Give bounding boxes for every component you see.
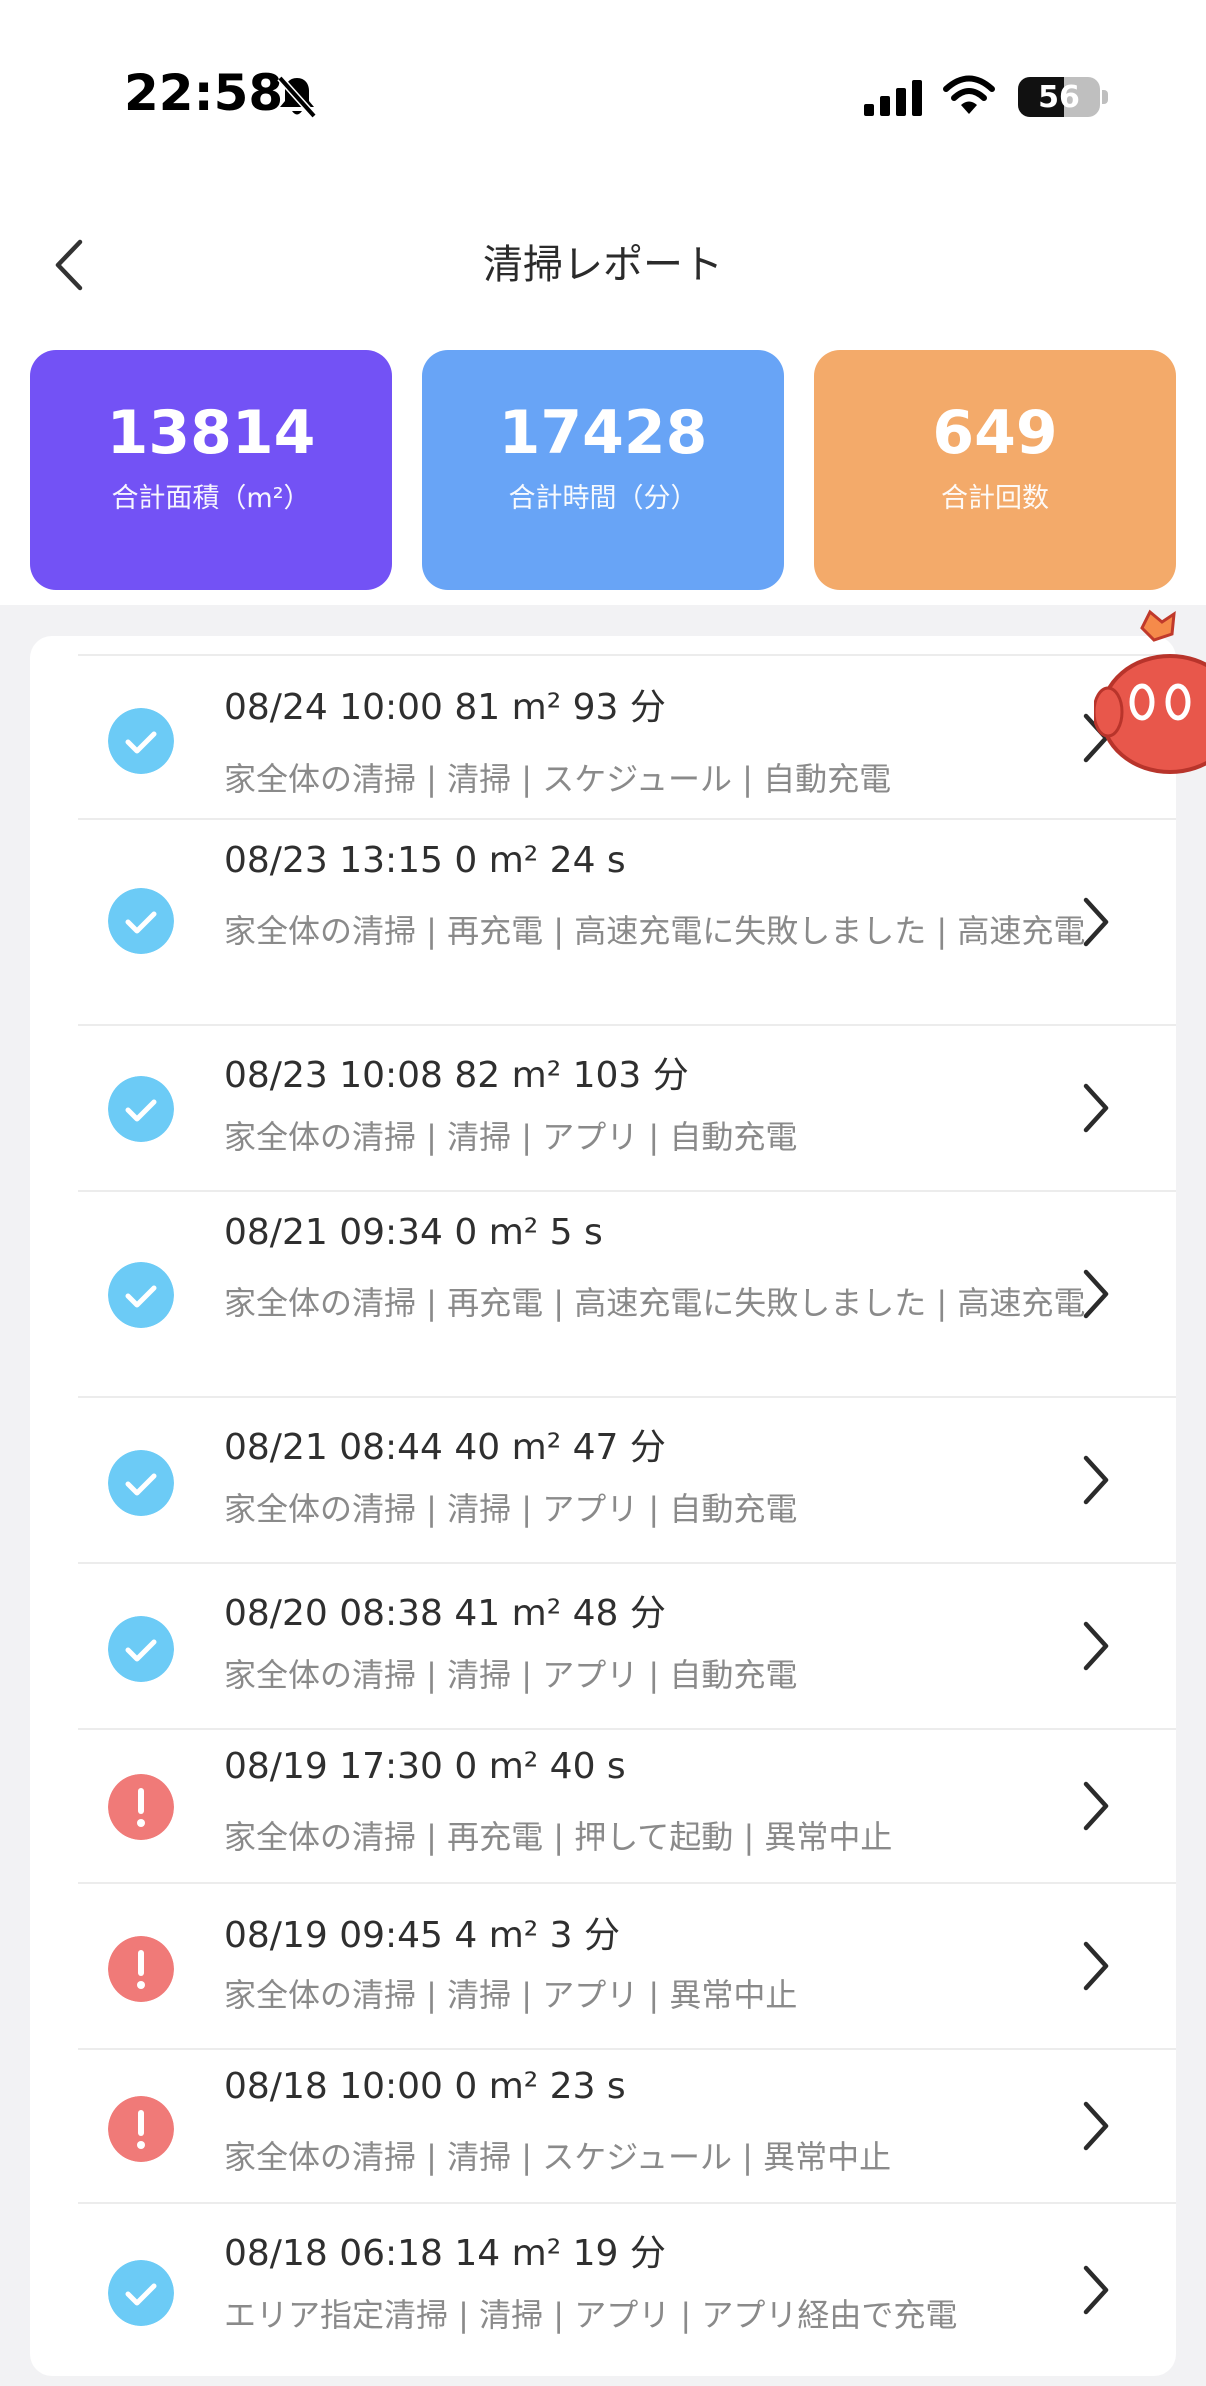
list-item[interactable]: 08/19 17:30 0 m² 40 s 家全体の清掃 | 再充電 | 押して…	[78, 1728, 1176, 1882]
list-item[interactable]: 08/18 06:18 14 m² 19 分 エリア指定清掃 | 清掃 | アプ…	[78, 2202, 1176, 2376]
list-item[interactable]: 08/19 09:45 4 m² 3 分 家全体の清掃 | 清掃 | アプリ |…	[78, 1882, 1176, 2048]
check-circle-icon	[108, 1076, 174, 1142]
stat-value: 13814	[106, 398, 316, 468]
record-title: 08/21 09:34 0 m² 5 s	[224, 1212, 603, 1253]
check-circle-icon	[108, 888, 174, 954]
list-item[interactable]: 08/24 10:00 81 m² 93 分 家全体の清掃 | 清掃 | スケジ…	[78, 654, 1176, 818]
chevron-right-icon[interactable]	[1078, 1078, 1114, 1138]
chevron-right-icon[interactable]	[1078, 2260, 1114, 2320]
battery-tip	[1102, 90, 1108, 104]
chevron-right-icon[interactable]	[1078, 2096, 1114, 2156]
record-title: 08/23 10:08 82 m² 103 分	[224, 1055, 689, 1096]
wifi-icon	[943, 75, 995, 114]
list-item[interactable]: 08/21 08:44 40 m² 47 分 家全体の清掃 | 清掃 | アプリ…	[78, 1396, 1176, 1562]
stat-value: 649	[932, 398, 1058, 468]
record-detail: 家全体の清掃 | 再充電 | 押して起動 | 異常中止	[224, 1818, 893, 1856]
stat-value: 17428	[498, 398, 708, 468]
stat-label: 合計時間（分）	[508, 483, 698, 514]
error-circle-icon	[108, 2096, 174, 2162]
list-item[interactable]: 08/23 13:15 0 m² 24 s 家全体の清掃 | 再充電 | 高速充…	[78, 818, 1176, 1024]
battery-indicator: 56	[1018, 77, 1100, 117]
stat-card-total-count: 649 合計回数	[814, 350, 1176, 590]
record-detail: 家全体の清掃 | 清掃 | アプリ | 異常中止	[224, 1976, 798, 2014]
status-time: 22:58	[124, 64, 284, 122]
record-title: 08/19 17:30 0 m² 40 s	[224, 1746, 626, 1787]
battery-percentage: 56	[1038, 79, 1080, 115]
chevron-right-icon[interactable]	[1078, 892, 1114, 952]
list-item[interactable]: 08/20 08:38 41 m² 48 分 家全体の清掃 | 清掃 | アプリ…	[78, 1562, 1176, 1728]
bell-muted-icon	[277, 75, 317, 119]
record-title: 08/18 06:18 14 m² 19 分	[224, 2233, 666, 2274]
record-detail: 家全体の清掃 | 清掃 | スケジュール | 異常中止	[224, 2138, 892, 2176]
stat-label: 合計回数	[941, 483, 1049, 514]
chevron-right-icon[interactable]	[1078, 1450, 1114, 1510]
record-title: 08/19 09:45 4 m² 3 分	[224, 1915, 621, 1956]
record-title: 08/18 10:00 0 m² 23 s	[224, 2066, 626, 2107]
list-item[interactable]: 08/18 10:00 0 m² 23 s 家全体の清掃 | 清掃 | スケジュ…	[78, 2048, 1176, 2202]
mascot-robot-icon[interactable]	[1094, 604, 1206, 784]
record-detail: 家全体の清掃 | 清掃 | アプリ | 自動充電	[224, 1118, 798, 1156]
record-detail: 家全体の清掃 | 再充電 | 高速充電に失敗しました | 高速充電	[224, 1284, 1086, 1322]
record-detail: 家全体の清掃 | 再充電 | 高速充電に失敗しました | 高速充電	[224, 912, 1086, 950]
cleaning-record-list: 08/24 10:00 81 m² 93 分 家全体の清掃 | 清掃 | スケジ…	[30, 636, 1176, 2376]
error-circle-icon	[108, 1936, 174, 2002]
record-detail: 家全体の清掃 | 清掃 | アプリ | 自動充電	[224, 1656, 798, 1694]
check-circle-icon	[108, 1616, 174, 1682]
list-item[interactable]: 08/21 09:34 0 m² 5 s 家全体の清掃 | 再充電 | 高速充電…	[78, 1190, 1176, 1396]
record-title: 08/23 13:15 0 m² 24 s	[224, 840, 626, 881]
chevron-right-icon[interactable]	[1078, 1264, 1114, 1324]
chevron-right-icon[interactable]	[1078, 1616, 1114, 1676]
check-circle-icon	[108, 2260, 174, 2326]
record-title: 08/20 08:38 41 m² 48 分	[224, 1593, 666, 1634]
stat-card-total-area: 13814 合計面積（m²）	[30, 350, 392, 590]
record-detail: 家全体の清掃 | 清掃 | スケジュール | 自動充電	[224, 760, 892, 798]
record-title: 08/21 08:44 40 m² 47 分	[224, 1427, 666, 1468]
list-item[interactable]: 08/23 10:08 82 m² 103 分 家全体の清掃 | 清掃 | アプ…	[78, 1024, 1176, 1190]
page-title: 清掃レポート	[483, 242, 723, 288]
chevron-right-icon[interactable]	[1078, 1936, 1114, 1996]
record-detail: 家全体の清掃 | 清掃 | アプリ | 自動充電	[224, 1490, 798, 1528]
check-circle-icon	[108, 1450, 174, 1516]
record-title: 08/24 10:00 81 m² 93 分	[224, 687, 666, 728]
stat-label: 合計面積（m²）	[111, 483, 311, 514]
cellular-signal-icon	[864, 80, 922, 116]
record-detail: エリア指定清掃 | 清掃 | アプリ | アプリ経由で充電	[224, 2296, 958, 2334]
chevron-right-icon[interactable]	[1078, 1776, 1114, 1836]
error-circle-icon	[108, 1774, 174, 1840]
check-circle-icon	[108, 708, 174, 774]
check-circle-icon	[108, 1262, 174, 1328]
stat-card-total-time: 17428 合計時間（分）	[422, 350, 784, 590]
